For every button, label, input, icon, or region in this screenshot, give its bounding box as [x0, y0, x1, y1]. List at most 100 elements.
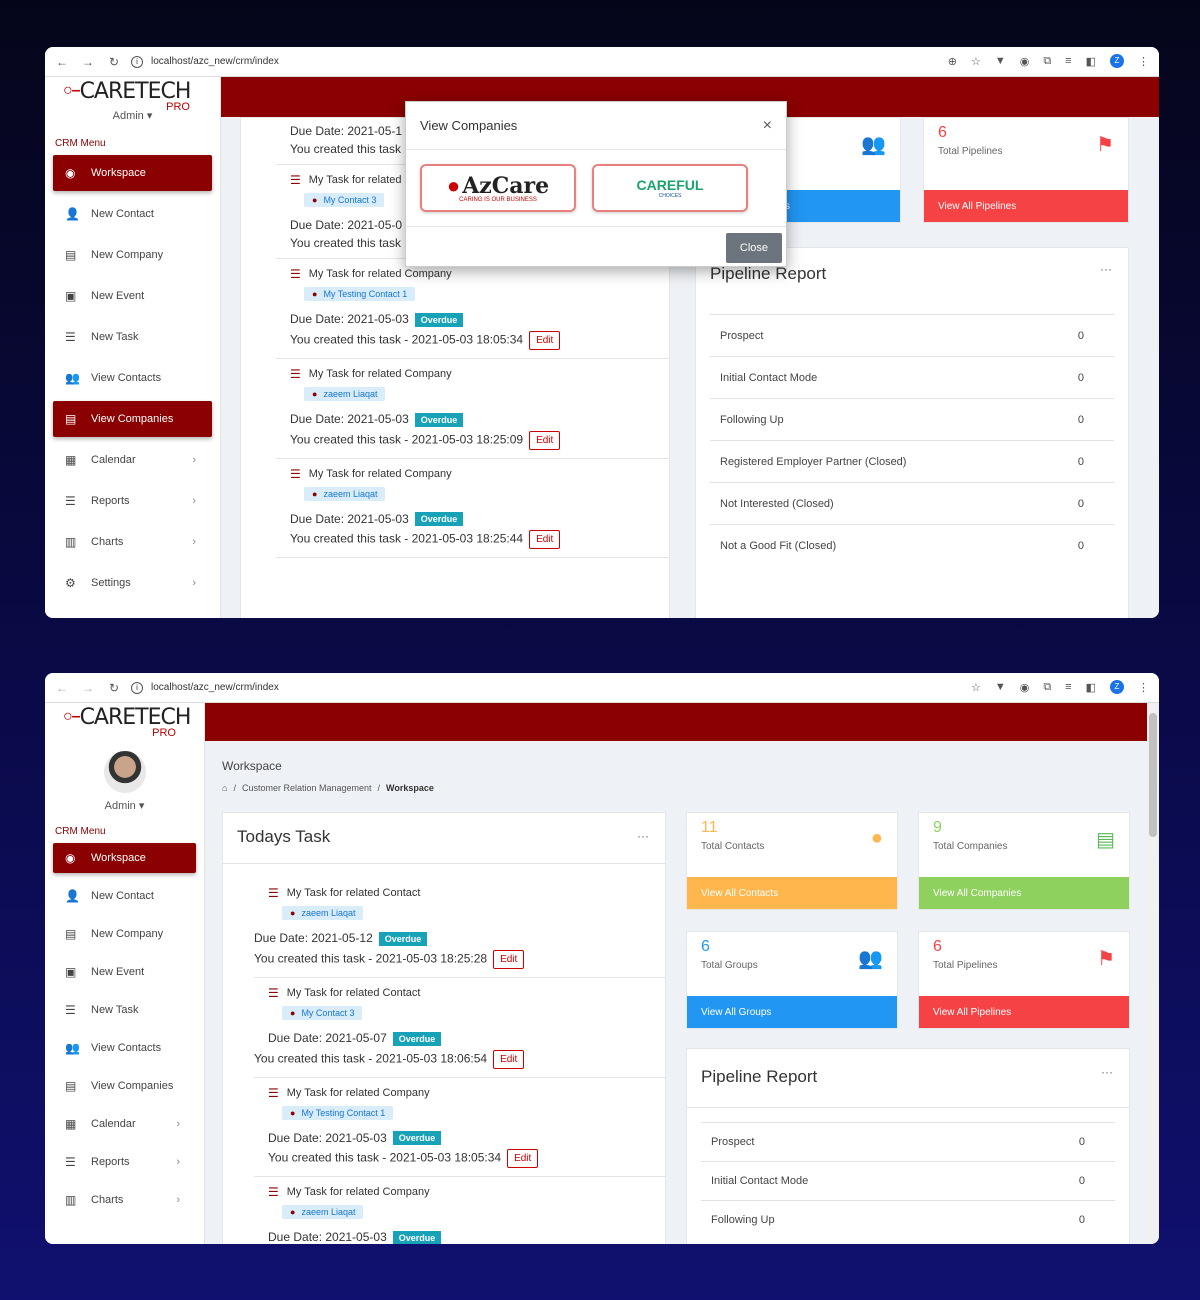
contact-tag[interactable]: ● My Contact 3 [282, 1005, 363, 1020]
contact-tag[interactable]: ● zaeem Liaqat [304, 386, 386, 401]
contact-tag[interactable]: ● My Contact 3 [304, 193, 385, 207]
media-icon[interactable]: ≡ [1065, 55, 1071, 67]
more-icon[interactable]: ··· [1100, 262, 1112, 276]
extension-v-icon[interactable]: ▼ [995, 55, 1006, 67]
sidebar-item-new-event[interactable]: ▣ New Event [53, 278, 212, 314]
person-icon: ● [290, 1207, 296, 1218]
edit-button[interactable]: Edit [493, 949, 525, 969]
sidebar-item-view-contacts[interactable]: 👥 View Contacts [53, 1033, 196, 1063]
view-all-pipelines-link[interactable]: View All Pipelines [919, 996, 1129, 1028]
chevron-right-icon: › [192, 536, 196, 548]
modal-footer: Close [406, 226, 786, 266]
contact-tag[interactable]: ● zaeem Liaqat [282, 906, 364, 920]
address-bar[interactable]: i localhost/azc_new/crm/index [131, 681, 279, 694]
star-icon[interactable]: ☆ [971, 681, 981, 694]
edit-button[interactable]: Edit [493, 1049, 525, 1069]
sidebar-item-workspace[interactable]: ◉ Workspace [53, 843, 196, 873]
chevron-right-icon: › [176, 1194, 180, 1206]
edit-button[interactable]: Edit [529, 530, 561, 550]
careful-name: CAREFUL [636, 177, 704, 193]
puzzle-icon[interactable]: ⧉ [1043, 681, 1051, 694]
back-icon[interactable]: ← [55, 55, 69, 69]
calendar-icon: ▦ [65, 1117, 77, 1131]
cast-icon[interactable]: ◉ [1020, 55, 1030, 68]
sidebar-item-view-companies[interactable]: ▤ View Companies [53, 401, 212, 437]
close-button[interactable]: Close [725, 233, 782, 263]
forward-icon[interactable]: → [81, 55, 95, 69]
id-card-icon: ▤ [65, 1079, 77, 1093]
reload-icon[interactable]: ↻ [107, 55, 121, 69]
sidebar-item-settings[interactable]: ⚙ Settings › [53, 565, 212, 601]
scrollbar[interactable] [1147, 703, 1159, 1244]
view-all-contacts-link[interactable]: View All Contacts [687, 877, 897, 909]
media-icon[interactable]: ≡ [1065, 681, 1071, 693]
sidebar-item-new-company[interactable]: ▤ New Company [53, 919, 196, 949]
home-icon[interactable]: ⌂ [222, 783, 227, 793]
azcare-company-card[interactable]: ● AzCare CARING IS OUR BUSINESS [420, 164, 576, 212]
admin-dropdown[interactable]: Admin ▾ [45, 109, 220, 122]
contact-tag[interactable]: ● My Testing Contact 1 [282, 1105, 394, 1120]
edit-button[interactable]: Edit [507, 1149, 539, 1169]
info-icon[interactable]: i [131, 55, 143, 68]
task-due: Due Date: 2021-05-07 [268, 1030, 387, 1045]
careful-choices-company-card[interactable]: CAREFUL CHOICES [592, 164, 748, 212]
browser-window-1: ← → ↻ i localhost/azc_new/crm/index ⊕ ☆ … [45, 47, 1159, 618]
edit-button[interactable]: Edit [529, 430, 561, 450]
close-icon[interactable]: × [763, 117, 772, 135]
sidebar-item-new-contact[interactable]: 👤 New Contact [53, 881, 196, 911]
back-icon[interactable]: ← [55, 681, 69, 695]
zoom-icon[interactable]: ⊕ [948, 55, 957, 68]
groups-stat-card: 6 Total Groups 👥 View All Groups [686, 931, 898, 1029]
view-all-groups-link[interactable]: View All Groups [687, 996, 897, 1028]
task-item: ☰ My Task for related Company ● zaeem Liaq… [254, 1177, 665, 1244]
profile-avatar[interactable]: Z [1110, 54, 1124, 68]
sidepanel-icon[interactable]: ◧ [1086, 55, 1096, 68]
sidebar-item-new-task[interactable]: ☰ New Task [53, 995, 196, 1025]
reload-icon[interactable]: ↻ [107, 681, 121, 695]
extension-v-icon[interactable]: ▼ [995, 681, 1006, 693]
kebab-menu-icon[interactable]: ⋮ [1138, 55, 1149, 68]
address-bar[interactable]: i localhost/azc_new/crm/index [131, 55, 279, 68]
sidebar-item-reports[interactable]: ☰ Reports › [53, 1147, 196, 1177]
pipeline-row: Not Interested (Closed) 0 [710, 482, 1114, 524]
cast-icon[interactable]: ◉ [1020, 681, 1030, 694]
contact-tag[interactable]: ● zaeem Liaqat [304, 486, 386, 501]
scrollbar-thumb[interactable] [1149, 713, 1157, 837]
sidebar-item-view-contacts[interactable]: 👥 View Contacts [53, 360, 212, 396]
puzzle-icon[interactable]: ⧉ [1043, 55, 1051, 68]
sidebar-item-new-company[interactable]: ▤ New Company [53, 237, 212, 273]
view-all-companies-link[interactable]: View All Companies [919, 877, 1129, 909]
avatar[interactable] [103, 751, 146, 793]
forward-icon[interactable]: → [81, 681, 95, 695]
contact-tag[interactable]: ● zaeem Liaqat [282, 1205, 364, 1220]
sidebar-item-view-companies[interactable]: ▤ View Companies [53, 1071, 196, 1101]
pipeline-row: Prospect 0 [701, 1122, 1115, 1161]
sidebar-item-calendar[interactable]: ▦ Calendar › [53, 1109, 196, 1139]
sidebar-item-new-event[interactable]: ▣ New Event [53, 957, 196, 987]
task-item: ☰ My Task for related Company ● zaeem Liaq… [276, 459, 669, 559]
view-all-pipelines-link[interactable]: View All Pipelines [924, 190, 1128, 222]
contact-tag[interactable]: ● My Testing Contact 1 [304, 287, 416, 301]
url-text: localhost/azc_new/crm/index [151, 682, 279, 693]
sidepanel-icon[interactable]: ◧ [1086, 681, 1096, 694]
sidebar-item-reports[interactable]: ☰ Reports › [53, 483, 212, 519]
profile-avatar[interactable]: Z [1110, 680, 1124, 694]
sidebar-item-new-task[interactable]: ☰ New Task [53, 319, 212, 355]
sidebar-item-charts[interactable]: ▥ Charts › [53, 1185, 196, 1215]
sidebar-item-new-contact[interactable]: 👤 New Contact [53, 196, 212, 232]
info-icon[interactable]: i [131, 681, 143, 694]
calendar-plus-icon: ▣ [65, 289, 77, 303]
task-item: ☰ My Task for related Company ● zaeem Liaq… [276, 359, 669, 459]
sidebar-item-charts[interactable]: ▥ Charts › [53, 524, 212, 560]
breadcrumb-crm[interactable]: Customer Relation Management [242, 783, 372, 793]
edit-button[interactable]: Edit [529, 330, 561, 350]
more-icon[interactable]: ··· [1101, 1065, 1113, 1079]
sidebar-item-calendar[interactable]: ▦ Calendar › [53, 442, 212, 478]
admin-dropdown[interactable]: Admin ▾ [45, 799, 204, 812]
star-icon[interactable]: ☆ [971, 55, 981, 68]
sidebar: ○– CARETECH PRO Admin ▾ CRM Menu ◉ Worksp… [45, 703, 205, 1244]
more-icon[interactable]: ··· [637, 829, 649, 843]
sidebar-item-workspace[interactable]: ◉ Workspace [53, 155, 212, 191]
breadcrumb-current: Workspace [386, 783, 434, 793]
kebab-menu-icon[interactable]: ⋮ [1138, 681, 1149, 694]
